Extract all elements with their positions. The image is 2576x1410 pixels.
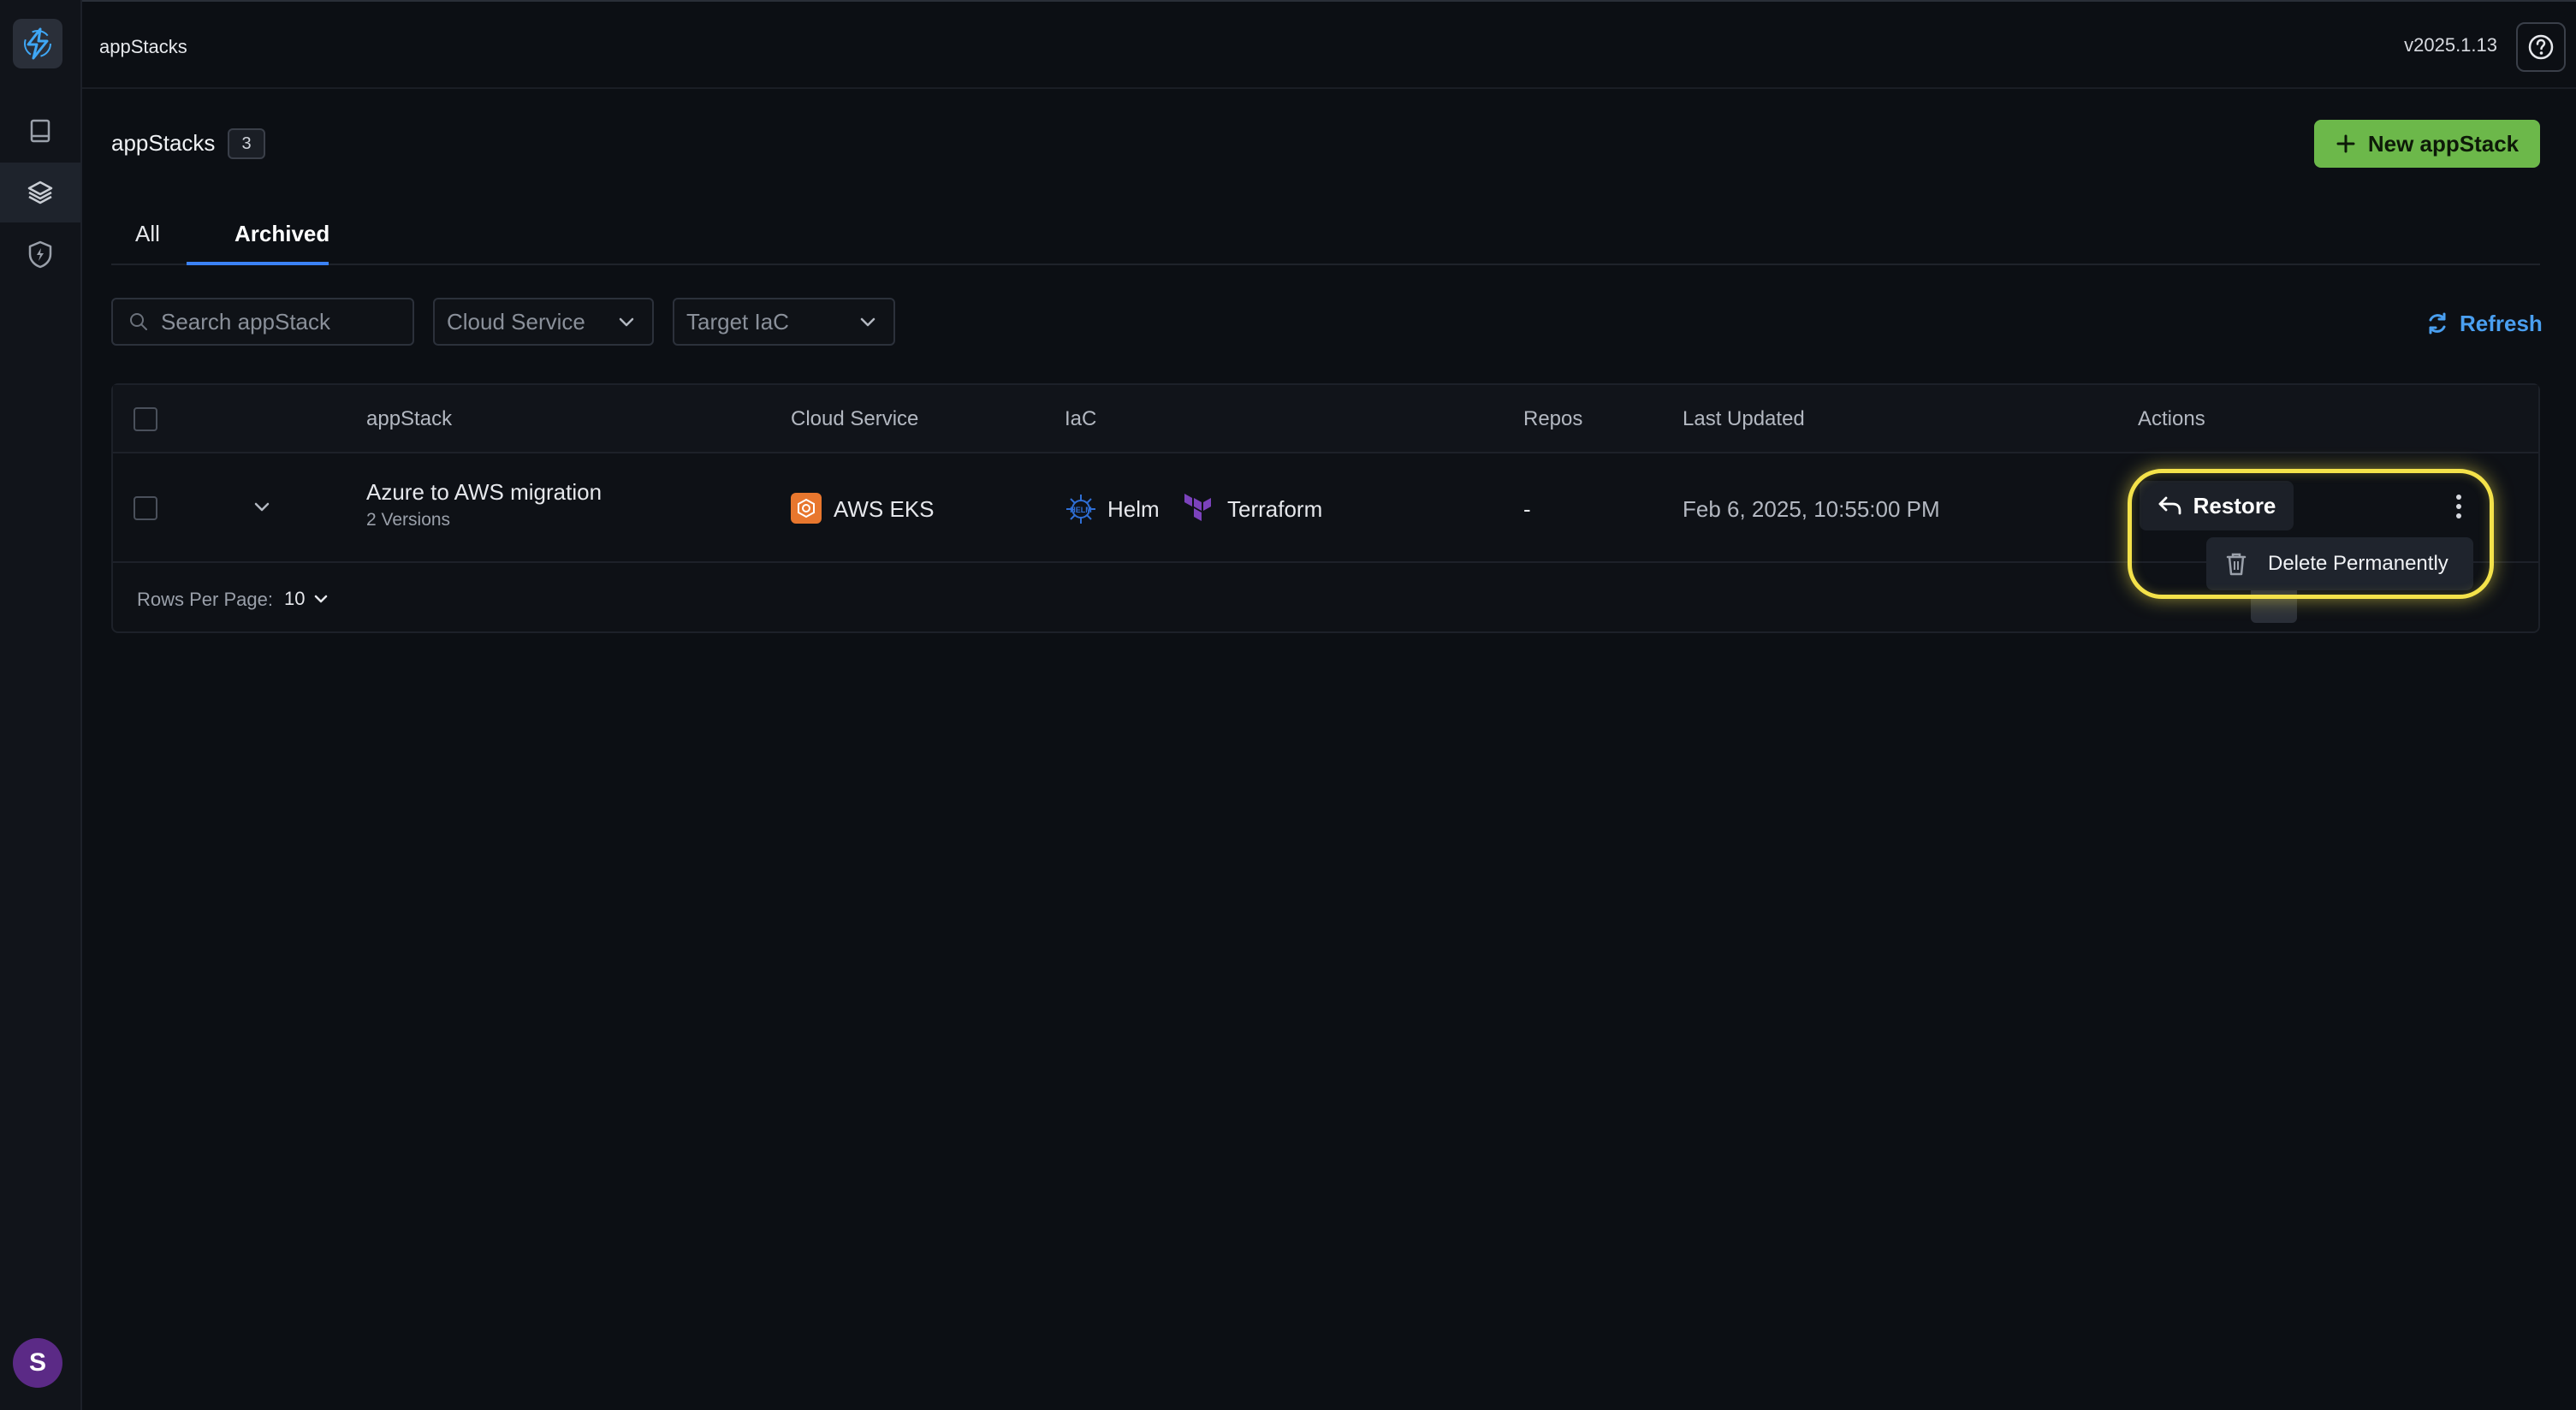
trash-icon — [2226, 553, 2247, 576]
logo-icon — [24, 27, 51, 60]
chevron-down-icon — [860, 317, 875, 327]
kebab-dot — [2456, 513, 2461, 518]
repos-value: - — [1523, 496, 1531, 522]
chevron-down-icon — [315, 595, 328, 603]
app-root: S appStacks v2025.1.13 appStacks 3 New a… — [0, 0, 2576, 1410]
sidebar-item-catalog[interactable] — [0, 101, 80, 161]
column-header-repos[interactable]: Repos — [1523, 407, 1582, 431]
table-header: appStack Cloud Service IaC Repos Last Up… — [113, 385, 2538, 453]
column-header-actions: Actions — [2138, 407, 2205, 430]
restore-button[interactable]: Restore — [2140, 481, 2294, 530]
layers-icon — [27, 181, 53, 204]
helm-icon: HELM — [1066, 495, 1095, 524]
target-iac-select[interactable]: Target IaC — [673, 298, 895, 346]
iac-terraform-label: Terraform — [1227, 496, 1323, 522]
rows-per-page-label: Rows Per Page: — [137, 589, 273, 610]
appstack-name[interactable]: Azure to AWS migration — [366, 479, 602, 506]
count-badge: 3 — [228, 128, 265, 159]
select-all-checkbox[interactable] — [134, 407, 157, 431]
aws-eks-icon — [791, 493, 822, 524]
row-checkbox[interactable] — [134, 496, 157, 520]
refresh-button[interactable]: Refresh — [2425, 306, 2543, 341]
search-input[interactable] — [161, 308, 401, 335]
sidebar-item-security[interactable] — [0, 224, 80, 284]
refresh-label: Refresh — [2460, 310, 2543, 336]
column-header-last-updated[interactable]: Last Updated — [1683, 407, 1805, 431]
tab-all[interactable]: All — [135, 202, 160, 265]
actions-menu: Delete Permanently — [2206, 537, 2473, 590]
tab-bar: All Archived — [111, 202, 2540, 265]
kebab-dot — [2456, 495, 2461, 500]
page-title: appStacks — [111, 130, 216, 156]
column-header-cloud-service[interactable]: Cloud Service — [791, 407, 918, 431]
search-box[interactable] — [111, 298, 414, 346]
top-bar: appStacks v2025.1.13 — [82, 0, 2576, 89]
more-actions-button[interactable] — [2446, 489, 2472, 524]
column-header-iac[interactable]: IaC — [1065, 407, 1096, 431]
sidebar: S — [0, 0, 82, 1410]
new-appstack-button[interactable]: New appStack — [2314, 120, 2540, 168]
rows-per-page-value: 10 — [284, 588, 306, 609]
new-appstack-label: New appStack — [2367, 130, 2520, 157]
column-header-appstack[interactable]: appStack — [366, 407, 452, 431]
help-button[interactable] — [2516, 22, 2566, 72]
search-icon — [130, 313, 147, 330]
cloud-service-select-label: Cloud Service — [447, 308, 585, 335]
rows-per-page-select[interactable]: 10 — [284, 585, 330, 613]
delete-permanently-menu-item[interactable]: Delete Permanently — [2268, 552, 2448, 576]
plus-icon — [2336, 134, 2355, 153]
user-avatar[interactable]: S — [13, 1338, 62, 1388]
cloud-service-value: AWS EKS — [834, 496, 935, 522]
refresh-icon — [2429, 312, 2446, 335]
shield-bolt-icon — [28, 240, 52, 269]
sidebar-item-appstacks[interactable] — [0, 163, 80, 222]
svg-text:HELM: HELM — [1070, 506, 1092, 514]
restore-label: Restore — [2193, 492, 2276, 518]
book-icon — [30, 119, 50, 143]
kebab-dot — [2456, 504, 2461, 509]
undo-arrow-icon — [2158, 496, 2181, 515]
target-iac-select-label: Target IaC — [686, 308, 789, 335]
version-label: v2025.1.13 — [2404, 34, 2497, 56]
table-footer: Rows Per Page: 10 — [113, 563, 2538, 633]
last-updated-value: Feb 6, 2025, 10:55:00 PM — [1683, 496, 1940, 522]
terraform-icon — [1184, 494, 1211, 521]
topbar-title: appStacks — [99, 36, 187, 57]
chevron-down-icon — [619, 317, 634, 327]
expand-chevron-icon[interactable] — [250, 495, 274, 518]
active-tab-indicator — [187, 262, 329, 265]
appstack-versions: 2 Versions — [366, 510, 451, 530]
iac-helm-label: Helm — [1107, 496, 1160, 522]
logo[interactable] — [13, 19, 62, 68]
cloud-service-select[interactable]: Cloud Service — [433, 298, 654, 346]
help-icon — [2528, 34, 2554, 60]
tab-archived[interactable]: Archived — [211, 202, 353, 265]
